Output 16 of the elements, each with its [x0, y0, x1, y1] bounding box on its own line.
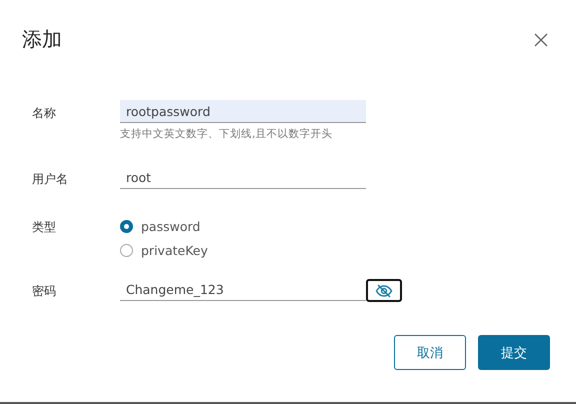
- radio-button[interactable]: [120, 244, 133, 256]
- dialog-title: 添加: [22, 26, 62, 52]
- cancel-button[interactable]: 取消: [394, 335, 466, 370]
- radio-label: privateKey: [141, 242, 208, 258]
- input-field[interactable]: rootpassword: [120, 100, 366, 123]
- close-icon[interactable]: [534, 33, 548, 47]
- toggle-visibility-button[interactable]: [366, 279, 402, 302]
- eye-slash-icon: [375, 284, 393, 298]
- field-label: 名称: [32, 105, 57, 122]
- field-label: 密码: [32, 283, 57, 300]
- submit-button[interactable]: 提交: [478, 335, 550, 370]
- radio-label: password: [141, 218, 200, 234]
- radio-button[interactable]: [120, 220, 133, 232]
- hint-text: 支持中文英文数字、下划线,且不以数字开头: [120, 127, 334, 141]
- field-label: 类型: [32, 219, 57, 236]
- field-label: 用户名: [32, 171, 69, 188]
